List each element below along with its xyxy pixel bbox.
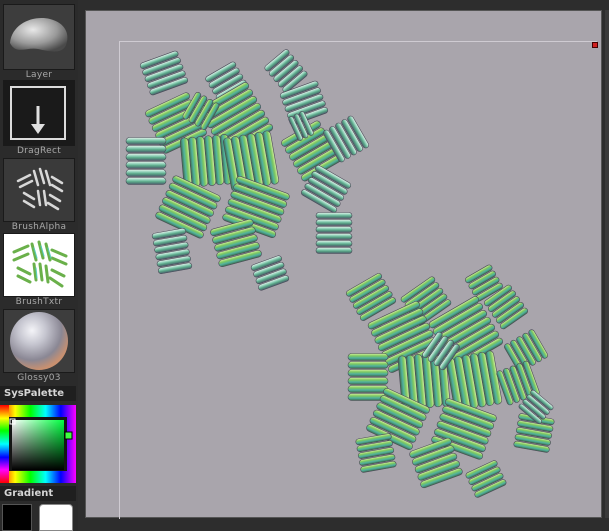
gradient-toggle[interactable]: Gradient <box>0 486 76 501</box>
material-button[interactable] <box>3 309 75 373</box>
material-label: Glossy03 <box>17 373 61 383</box>
canvas-scrollbar[interactable] <box>605 10 609 518</box>
color-picker[interactable] <box>0 405 76 483</box>
main-color-swatch[interactable] <box>2 504 32 531</box>
brush-texture-label: BrushTxtr <box>15 297 63 307</box>
document-canvas[interactable] <box>85 10 602 519</box>
secondary-color-swatch[interactable] <box>39 504 73 531</box>
brush-alpha-icon <box>16 167 64 211</box>
lower-right-stroke-cluster <box>345 264 555 498</box>
left-shelf: Layer DragRect BrushAlpha BrushTxtr Glos… <box>0 0 78 531</box>
canvas-frame <box>78 0 609 531</box>
dragrect-label: DragRect <box>16 146 62 156</box>
layer-label: Layer <box>25 70 53 80</box>
dragrect-stroke-button[interactable] <box>3 80 75 146</box>
brush-texture-button[interactable] <box>3 233 75 297</box>
upper-left-stroke-cluster <box>125 49 369 291</box>
layer-button[interactable] <box>3 4 75 70</box>
painted-strokes <box>125 49 555 498</box>
layer-brush-icon <box>10 18 68 52</box>
brush-alpha-label: BrushAlpha <box>11 222 67 232</box>
syspalette-header[interactable]: SysPalette <box>0 386 76 401</box>
dragrect-icon <box>10 86 66 140</box>
brush-texture-icon <box>12 240 68 288</box>
material-sphere-icon <box>10 312 68 370</box>
brush-alpha-button[interactable] <box>3 158 75 222</box>
